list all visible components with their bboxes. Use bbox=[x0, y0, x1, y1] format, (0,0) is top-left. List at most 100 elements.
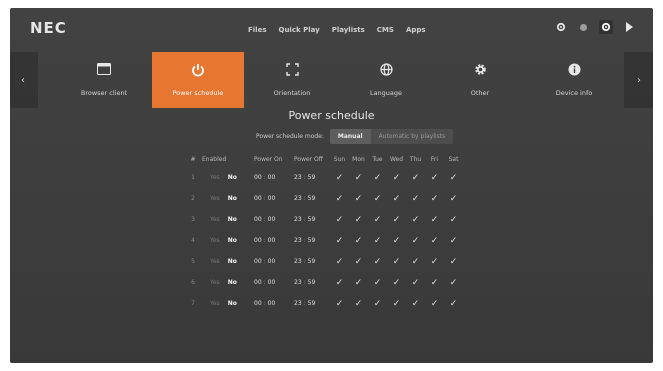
day-checkbox-tue[interactable]: ✓ bbox=[368, 230, 387, 251]
power-on-minute[interactable]: 00 bbox=[268, 258, 276, 265]
day-checkbox-tue[interactable]: ✓ bbox=[368, 188, 387, 209]
day-checkbox-tue[interactable]: ✓ bbox=[368, 209, 387, 230]
enabled-yes-option[interactable]: Yes bbox=[210, 300, 220, 307]
power-on-minute[interactable]: 00 bbox=[268, 279, 276, 286]
power-off-minute[interactable]: 59 bbox=[308, 300, 316, 307]
day-checkbox-tue[interactable]: ✓ bbox=[368, 251, 387, 272]
day-checkbox-wed[interactable]: ✓ bbox=[387, 272, 406, 293]
enabled-yes-option[interactable]: Yes bbox=[210, 195, 220, 202]
day-checkbox-wed[interactable]: ✓ bbox=[387, 167, 406, 188]
day-checkbox-wed[interactable]: ✓ bbox=[387, 251, 406, 272]
power-on-hour[interactable]: 00 bbox=[254, 174, 262, 181]
day-checkbox-fri[interactable]: ✓ bbox=[425, 251, 444, 272]
day-checkbox-mon[interactable]: ✓ bbox=[349, 230, 368, 251]
day-checkbox-fri[interactable]: ✓ bbox=[425, 293, 444, 314]
day-checkbox-sun[interactable]: ✓ bbox=[330, 230, 349, 251]
chevron-left-icon[interactable]: ‹ bbox=[10, 52, 38, 108]
day-checkbox-sat[interactable]: ✓ bbox=[444, 293, 463, 314]
tile-orientation[interactable]: Orientation bbox=[246, 52, 338, 108]
day-checkbox-fri[interactable]: ✓ bbox=[425, 230, 444, 251]
day-checkbox-fri[interactable]: ✓ bbox=[425, 272, 444, 293]
power-on-hour[interactable]: 00 bbox=[254, 300, 262, 307]
power-on-hour[interactable]: 00 bbox=[254, 195, 262, 202]
gear-icon[interactable] bbox=[555, 21, 567, 33]
nav-apps[interactable]: Apps bbox=[406, 26, 426, 34]
day-checkbox-mon[interactable]: ✓ bbox=[349, 188, 368, 209]
day-checkbox-fri[interactable]: ✓ bbox=[425, 209, 444, 230]
power-on-minute[interactable]: 00 bbox=[268, 237, 276, 244]
day-checkbox-sat[interactable]: ✓ bbox=[444, 272, 463, 293]
day-checkbox-mon[interactable]: ✓ bbox=[349, 167, 368, 188]
enabled-no-option[interactable]: No bbox=[228, 279, 237, 286]
day-checkbox-sat[interactable]: ✓ bbox=[444, 188, 463, 209]
nav-quick-play[interactable]: Quick Play bbox=[279, 26, 320, 34]
day-checkbox-sat[interactable]: ✓ bbox=[444, 230, 463, 251]
power-on-minute[interactable]: 00 bbox=[268, 174, 276, 181]
power-off-hour[interactable]: 23 bbox=[294, 216, 302, 223]
enabled-yes-option[interactable]: Yes bbox=[210, 237, 220, 244]
day-checkbox-sun[interactable]: ✓ bbox=[330, 167, 349, 188]
power-off-minute[interactable]: 59 bbox=[308, 195, 316, 202]
nav-files[interactable]: Files bbox=[248, 26, 267, 34]
day-checkbox-sat[interactable]: ✓ bbox=[444, 209, 463, 230]
enabled-yes-option[interactable]: Yes bbox=[210, 174, 220, 181]
day-checkbox-mon[interactable]: ✓ bbox=[349, 293, 368, 314]
tile-power-schedule[interactable]: Power schedule bbox=[152, 52, 244, 108]
tile-language[interactable]: Language bbox=[340, 52, 432, 108]
day-checkbox-tue[interactable]: ✓ bbox=[368, 167, 387, 188]
power-on-minute[interactable]: 00 bbox=[268, 216, 276, 223]
power-off-hour[interactable]: 23 bbox=[294, 237, 302, 244]
day-checkbox-thu[interactable]: ✓ bbox=[406, 209, 425, 230]
day-checkbox-fri[interactable]: ✓ bbox=[425, 188, 444, 209]
mode-manual-button[interactable]: Manual bbox=[329, 129, 371, 144]
day-checkbox-tue[interactable]: ✓ bbox=[368, 272, 387, 293]
gear-icon[interactable] bbox=[599, 20, 613, 34]
day-checkbox-thu[interactable]: ✓ bbox=[406, 272, 425, 293]
enabled-yes-option[interactable]: Yes bbox=[210, 216, 220, 223]
power-on-hour[interactable]: 00 bbox=[254, 258, 262, 265]
tile-device-info[interactable]: Device info bbox=[528, 52, 620, 108]
tile-browser-client[interactable]: Browser client bbox=[58, 52, 150, 108]
day-checkbox-wed[interactable]: ✓ bbox=[387, 188, 406, 209]
power-off-hour[interactable]: 23 bbox=[294, 258, 302, 265]
power-off-hour[interactable]: 23 bbox=[294, 300, 302, 307]
day-checkbox-sat[interactable]: ✓ bbox=[444, 251, 463, 272]
day-checkbox-sun[interactable]: ✓ bbox=[330, 209, 349, 230]
day-checkbox-thu[interactable]: ✓ bbox=[406, 293, 425, 314]
day-checkbox-mon[interactable]: ✓ bbox=[349, 209, 368, 230]
day-checkbox-thu[interactable]: ✓ bbox=[406, 230, 425, 251]
mode-automatic-button[interactable]: Automatic by playlists bbox=[371, 129, 454, 144]
enabled-no-option[interactable]: No bbox=[228, 216, 237, 223]
day-checkbox-sun[interactable]: ✓ bbox=[330, 293, 349, 314]
nav-playlists[interactable]: Playlists bbox=[332, 26, 365, 34]
day-checkbox-sat[interactable]: ✓ bbox=[444, 167, 463, 188]
power-off-minute[interactable]: 59 bbox=[308, 279, 316, 286]
power-on-hour[interactable]: 00 bbox=[254, 237, 262, 244]
power-on-hour[interactable]: 00 bbox=[254, 216, 262, 223]
enabled-yes-option[interactable]: Yes bbox=[210, 279, 220, 286]
day-checkbox-thu[interactable]: ✓ bbox=[406, 188, 425, 209]
power-off-hour[interactable]: 23 bbox=[294, 174, 302, 181]
day-checkbox-fri[interactable]: ✓ bbox=[425, 167, 444, 188]
enabled-no-option[interactable]: No bbox=[228, 195, 237, 202]
day-checkbox-wed[interactable]: ✓ bbox=[387, 209, 406, 230]
day-checkbox-thu[interactable]: ✓ bbox=[406, 251, 425, 272]
day-checkbox-mon[interactable]: ✓ bbox=[349, 272, 368, 293]
day-checkbox-tue[interactable]: ✓ bbox=[368, 293, 387, 314]
enabled-no-option[interactable]: No bbox=[228, 300, 237, 307]
tile-other[interactable]: Other bbox=[434, 52, 526, 108]
enabled-yes-option[interactable]: Yes bbox=[210, 258, 220, 265]
power-on-minute[interactable]: 00 bbox=[268, 195, 276, 202]
enabled-no-option[interactable]: No bbox=[228, 237, 237, 244]
power-on-hour[interactable]: 00 bbox=[254, 279, 262, 286]
day-checkbox-wed[interactable]: ✓ bbox=[387, 293, 406, 314]
day-checkbox-wed[interactable]: ✓ bbox=[387, 230, 406, 251]
power-on-minute[interactable]: 00 bbox=[268, 300, 276, 307]
day-checkbox-sun[interactable]: ✓ bbox=[330, 188, 349, 209]
day-checkbox-sun[interactable]: ✓ bbox=[330, 251, 349, 272]
nav-cms[interactable]: CMS bbox=[377, 26, 394, 34]
day-checkbox-thu[interactable]: ✓ bbox=[406, 167, 425, 188]
enabled-no-option[interactable]: No bbox=[228, 174, 237, 181]
day-checkbox-sun[interactable]: ✓ bbox=[330, 272, 349, 293]
day-checkbox-mon[interactable]: ✓ bbox=[349, 251, 368, 272]
